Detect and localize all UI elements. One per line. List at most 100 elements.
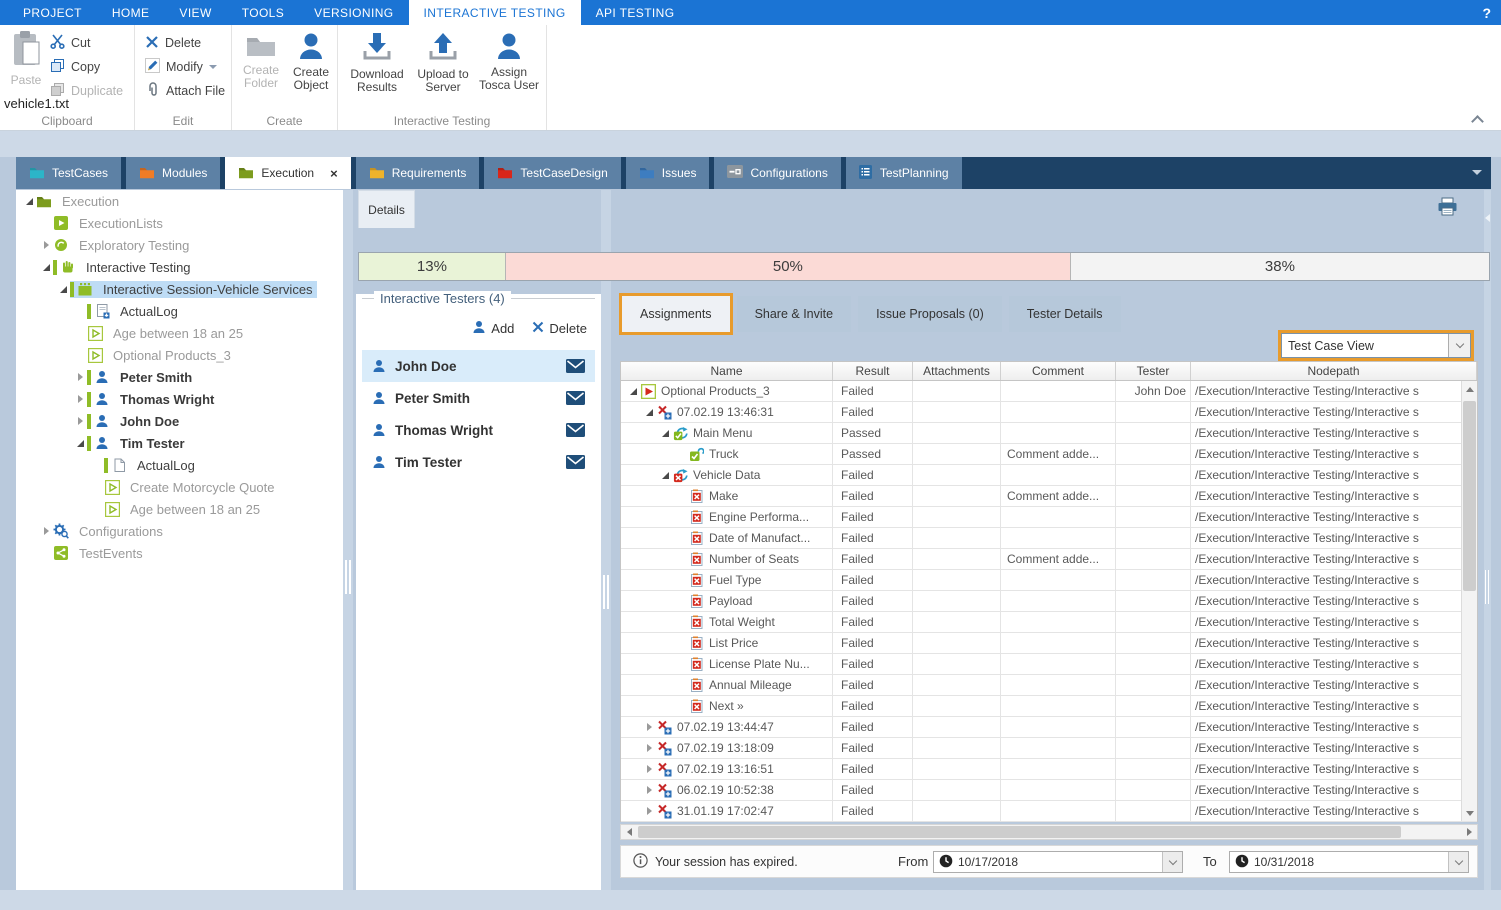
tree-item-configurations[interactable]: Configurations: [16, 520, 343, 542]
tree-item-thomas-wright[interactable]: Thomas Wright: [16, 388, 343, 410]
row-collapsed-arrow-icon[interactable]: [643, 786, 656, 794]
tree-item-optional-products-3[interactable]: Optional Products_3: [16, 344, 343, 366]
table-row-07-02-19-13-44-47[interactable]: 07.02.19 13:44:47Failed/Execution/Intera…: [621, 717, 1477, 738]
column-header-tester[interactable]: Tester: [1116, 362, 1191, 380]
table-row-engine-performa[interactable]: Engine Performa...Failed/Execution/Inter…: [621, 507, 1477, 528]
row-collapsed-arrow-icon[interactable]: [643, 765, 656, 773]
view-mode-select[interactable]: Test Case View: [1281, 333, 1471, 358]
row-expanded-arrow-icon[interactable]: [643, 409, 656, 416]
row-expanded-arrow-icon[interactable]: [627, 388, 640, 395]
row-collapsed-arrow-icon[interactable]: [643, 744, 656, 752]
tree-item-exploratory-testing[interactable]: Exploratory Testing: [16, 234, 343, 256]
tree-expanded-arrow-icon[interactable]: [39, 264, 53, 271]
tree-item-testevents[interactable]: TestEvents: [16, 542, 343, 564]
ribbon-tab-api-testing[interactable]: API TESTING: [581, 0, 690, 25]
doc-tab-testplanning[interactable]: TestPlanning: [846, 157, 962, 189]
assign-tosca-user-button[interactable]: AssignTosca User: [478, 32, 540, 92]
paste-button[interactable]: Paste: [6, 30, 46, 87]
copy-button[interactable]: Copy: [50, 58, 100, 76]
tree-collapsed-arrow-icon[interactable]: [39, 527, 53, 535]
tree-collapsed-arrow-icon[interactable]: [73, 417, 87, 425]
column-header-comment[interactable]: Comment: [1001, 362, 1116, 380]
doc-tab-testcases[interactable]: TestCases: [16, 157, 121, 189]
row-collapsed-arrow-icon[interactable]: [643, 723, 656, 731]
scroll-left-icon[interactable]: [621, 825, 637, 839]
create-object-button[interactable]: CreateObject: [286, 32, 336, 92]
ribbon-tab-interactive-testing[interactable]: INTERACTIVE TESTING: [409, 0, 581, 25]
tabstrip-overflow-caret[interactable]: [1472, 170, 1482, 175]
ribbon-tab-project[interactable]: PROJECT: [8, 0, 97, 25]
table-row-date-of-manufact[interactable]: Date of Manufact...Failed/Execution/Inte…: [621, 528, 1477, 549]
table-row-next[interactable]: Next »Failed/Execution/Interactive Testi…: [621, 696, 1477, 717]
table-row-main-menu[interactable]: Main MenuPassed/Execution/Interactive Te…: [621, 423, 1477, 444]
scroll-right-icon[interactable]: [1461, 825, 1477, 839]
ribbon-tab-view[interactable]: VIEW: [164, 0, 226, 25]
close-tab-icon[interactable]: ×: [330, 166, 338, 181]
splitter-testers[interactable]: [601, 190, 611, 890]
cut-button[interactable]: Cut: [50, 34, 90, 52]
splitter-right[interactable]: [1484, 190, 1491, 890]
tester-row-peter-smith[interactable]: Peter Smith: [362, 382, 595, 414]
tree-item-peter-smith[interactable]: Peter Smith: [16, 366, 343, 388]
table-row-06-02-19-10-52-38[interactable]: 06.02.19 10:52:38Failed/Execution/Intera…: [621, 780, 1477, 801]
table-row-truck[interactable]: TruckPassedComment adde.../Execution/Int…: [621, 444, 1477, 465]
tree-expanded-arrow-icon[interactable]: [22, 198, 36, 205]
table-row-list-price[interactable]: List PriceFailed/Execution/Interactive T…: [621, 633, 1477, 654]
table-vertical-scrollbar[interactable]: [1461, 381, 1477, 821]
create-folder-button[interactable]: CreateFolder: [236, 32, 286, 90]
tester-row-john-doe[interactable]: John Doe: [362, 350, 595, 382]
tree-collapsed-arrow-icon[interactable]: [39, 241, 53, 249]
delete-button[interactable]: Delete: [145, 34, 201, 52]
subtab-tester-details[interactable]: Tester Details: [1009, 296, 1121, 332]
column-header-result[interactable]: Result: [833, 362, 913, 380]
table-row-07-02-19-13-46-31[interactable]: 07.02.19 13:46:31Failed/Execution/Intera…: [621, 402, 1477, 423]
tree-collapsed-arrow-icon[interactable]: [73, 373, 87, 381]
tree-item-execution[interactable]: Execution: [16, 190, 343, 212]
table-row-fuel-type[interactable]: Fuel TypeFailed/Execution/Interactive Te…: [621, 570, 1477, 591]
subtab-share-invite[interactable]: Share & Invite: [737, 296, 852, 332]
collapse-ribbon-icon[interactable]: [1473, 115, 1483, 122]
to-date-arrow-icon[interactable]: [1448, 852, 1468, 872]
doc-tab-requirements[interactable]: Requirements: [356, 157, 480, 189]
table-row-total-weight[interactable]: Total WeightFailed/Execution/Interactive…: [621, 612, 1477, 633]
tree-item-tim-tester[interactable]: Tim Tester: [16, 432, 343, 454]
mail-icon[interactable]: [566, 455, 585, 469]
mail-icon[interactable]: [566, 423, 585, 437]
delete-tester-button[interactable]: Delete: [532, 321, 587, 336]
doc-tab-modules[interactable]: Modules: [126, 157, 220, 189]
tree-item-actuallog[interactable]: ActualLog: [16, 454, 343, 476]
mail-icon[interactable]: [566, 359, 585, 373]
tree-item-create-motorcycle-quote[interactable]: Create Motorcycle Quote: [16, 476, 343, 498]
table-horizontal-scrollbar[interactable]: [620, 824, 1478, 840]
subtab-assignments[interactable]: Assignments: [622, 296, 730, 332]
help-icon[interactable]: ?: [1482, 0, 1491, 25]
table-row-make[interactable]: MakeFailedComment adde.../Execution/Inte…: [621, 486, 1477, 507]
from-date-arrow-icon[interactable]: [1162, 852, 1182, 872]
add-tester-button[interactable]: Add: [472, 320, 514, 337]
table-row-annual-mileage[interactable]: Annual MileageFailed/Execution/Interacti…: [621, 675, 1477, 696]
download-results-button[interactable]: DownloadResults: [346, 32, 408, 94]
modify-dropdown-caret[interactable]: [209, 65, 217, 69]
tree-expanded-arrow-icon[interactable]: [56, 286, 70, 293]
tree-item-interactive-testing[interactable]: Interactive Testing: [16, 256, 343, 278]
tree-item-actuallog[interactable]: ActualLog: [16, 300, 343, 322]
table-row-number-of-seats[interactable]: Number of SeatsFailedComment adde.../Exe…: [621, 549, 1477, 570]
column-header-nodepath[interactable]: Nodepath: [1191, 362, 1477, 380]
doc-tab-testcasedesign[interactable]: TestCaseDesign: [484, 157, 620, 189]
row-collapsed-arrow-icon[interactable]: [643, 807, 656, 815]
tree-collapsed-arrow-icon[interactable]: [73, 395, 87, 403]
tree-item-john-doe[interactable]: John Doe: [16, 410, 343, 432]
splitter-tree[interactable]: [343, 190, 353, 890]
scroll-up-icon[interactable]: [1462, 381, 1477, 397]
doc-tab-execution[interactable]: Execution×: [225, 157, 350, 189]
table-row-07-02-19-13-18-09[interactable]: 07.02.19 13:18:09Failed/Execution/Intera…: [621, 738, 1477, 759]
table-row-license-plate-nu[interactable]: License Plate Nu...Failed/Execution/Inte…: [621, 654, 1477, 675]
ribbon-tab-home[interactable]: HOME: [97, 0, 165, 25]
tab-details[interactable]: Details: [358, 190, 415, 228]
to-date-picker[interactable]: 10/31/2018: [1229, 851, 1469, 873]
select-arrow-icon[interactable]: [1448, 334, 1470, 357]
table-row-31-01-19-17-02-47[interactable]: 31.01.19 17:02:47Failed/Execution/Intera…: [621, 801, 1477, 822]
tree-item-interactive-session-vehicle-services[interactable]: Interactive Session-Vehicle Services: [16, 278, 343, 300]
table-row-vehicle-data[interactable]: Vehicle DataFailed/Execution/Interactive…: [621, 465, 1477, 486]
tree-item-executionlists[interactable]: ExecutionLists: [16, 212, 343, 234]
